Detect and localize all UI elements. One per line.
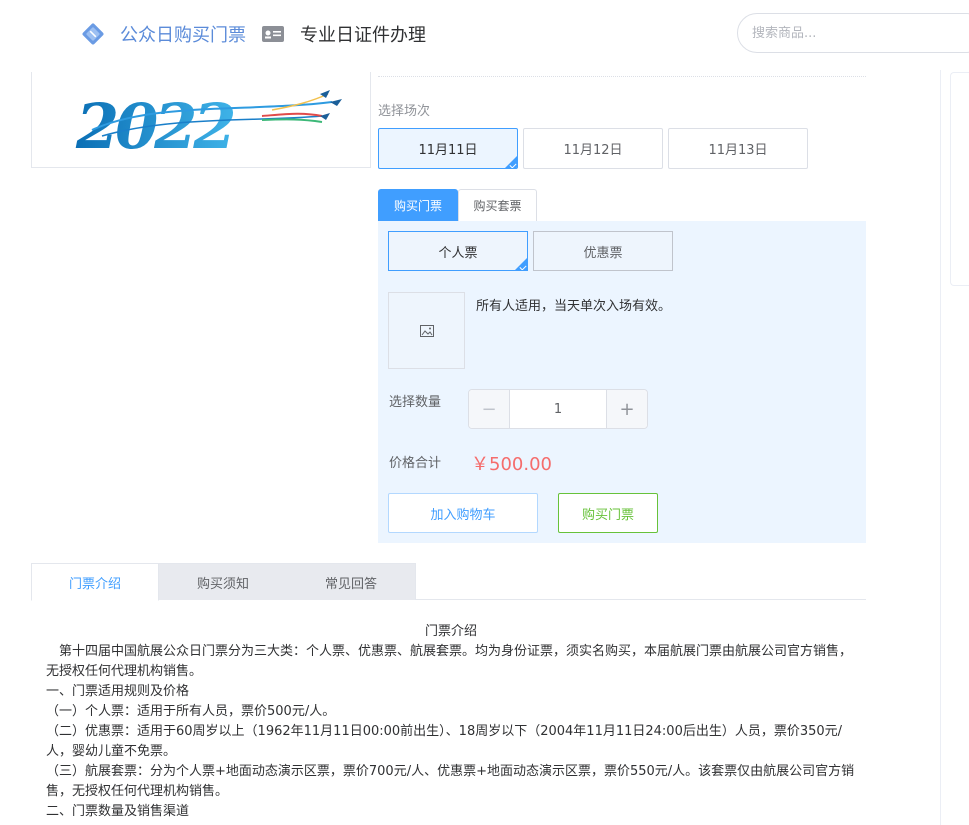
session-option-nov12[interactable]: 11月12日 (523, 128, 663, 169)
price-label: 价格合计 (389, 456, 442, 471)
nav-public-label: 公众日购买门票 (120, 25, 246, 46)
section-divider (378, 76, 866, 77)
session-option-label: 11月13日 (708, 143, 768, 158)
info-tabs: 门票介绍 购买须知 常见回答 (31, 563, 866, 601)
event-poster-image: 2022 (31, 72, 371, 168)
session-option-label: 11月11日 (418, 143, 478, 158)
tab-ticket-intro[interactable]: 门票介绍 (31, 563, 159, 601)
search-input[interactable] (752, 14, 952, 52)
session-option-nov13[interactable]: 11月13日 (668, 128, 808, 169)
selected-check-icon (515, 258, 527, 270)
ticket-type-label: 个人票 (438, 245, 478, 261)
session-option-label: 11月12日 (563, 143, 623, 158)
tab-purchase-notice[interactable]: 购买须知 (159, 563, 287, 600)
nav-public-day-tickets[interactable]: 公众日购买门票 (78, 18, 246, 50)
ticket-type-label: 优惠票 (583, 245, 623, 261)
tab-buy-ticket[interactable]: 购买门票 (378, 189, 458, 221)
top-header: 公众日购买门票 专业日证件办理 (0, 0, 969, 70)
article-paragraph: 一、门票适用规则及价格 (46, 684, 190, 699)
decrease-button[interactable]: − (469, 390, 510, 428)
quantity-label: 选择数量 (389, 395, 442, 410)
plus-icon: + (619, 398, 635, 420)
article-paragraph: （二）优惠票：适用于60周岁以上（1962年11月11日00:00前出生）、18… (46, 724, 843, 759)
session-label: 选择场次 (378, 104, 431, 119)
side-divider (940, 70, 941, 825)
nav-professional-day-pass[interactable]: 专业日证件办理 (260, 18, 426, 50)
article-paragraph: （三）航展套票：分为个人票+地面动态演示区票，票价700元/人、优惠票+地面动态… (46, 764, 855, 799)
quantity-input[interactable]: 1 (510, 390, 606, 428)
session-option-nov11[interactable]: 11月11日 (378, 128, 518, 169)
side-panel-card (950, 72, 969, 286)
article-paragraph: 二、门票数量及销售渠道 (46, 804, 190, 819)
article-paragraph: （一）个人票：适用于所有人员，票价500元/人。 (46, 704, 336, 719)
nav-professional-label: 专业日证件办理 (300, 25, 426, 46)
article-title: 门票介绍 (424, 624, 477, 639)
tab-buy-package[interactable]: 购买套票 (458, 189, 537, 221)
article-paragraph: 第十四届中国航展公众日门票分为三大类：个人票、优惠票、航展套票。均为身份证票，须… (46, 644, 853, 679)
selected-check-icon (505, 156, 517, 168)
ticket-intro-article: 门票介绍 第十四届中国航展公众日门票分为三大类：个人票、优惠票、航展套票。均为身… (46, 622, 856, 822)
increase-button[interactable]: + (606, 390, 647, 428)
ticket-description: 所有人适用，当天单次入场有效。 (476, 299, 672, 314)
tab-faq[interactable]: 常见回答 (287, 563, 416, 600)
ticket-type-individual[interactable]: 个人票 (388, 231, 528, 271)
ticket-thumbnail (388, 292, 465, 369)
search-box (737, 13, 969, 53)
quantity-stepper: − 1 + (468, 389, 648, 429)
buy-ticket-button[interactable]: 购买门票 (558, 493, 658, 533)
add-to-cart-button[interactable]: 加入购物车 (388, 493, 538, 533)
id-card-icon (260, 21, 286, 47)
image-placeholder-icon (419, 324, 434, 337)
price-total: ￥500.00 (471, 454, 552, 475)
minus-icon: − (481, 398, 497, 420)
diamond-ticket-icon (78, 19, 108, 49)
ticket-type-discount[interactable]: 优惠票 (533, 231, 673, 271)
